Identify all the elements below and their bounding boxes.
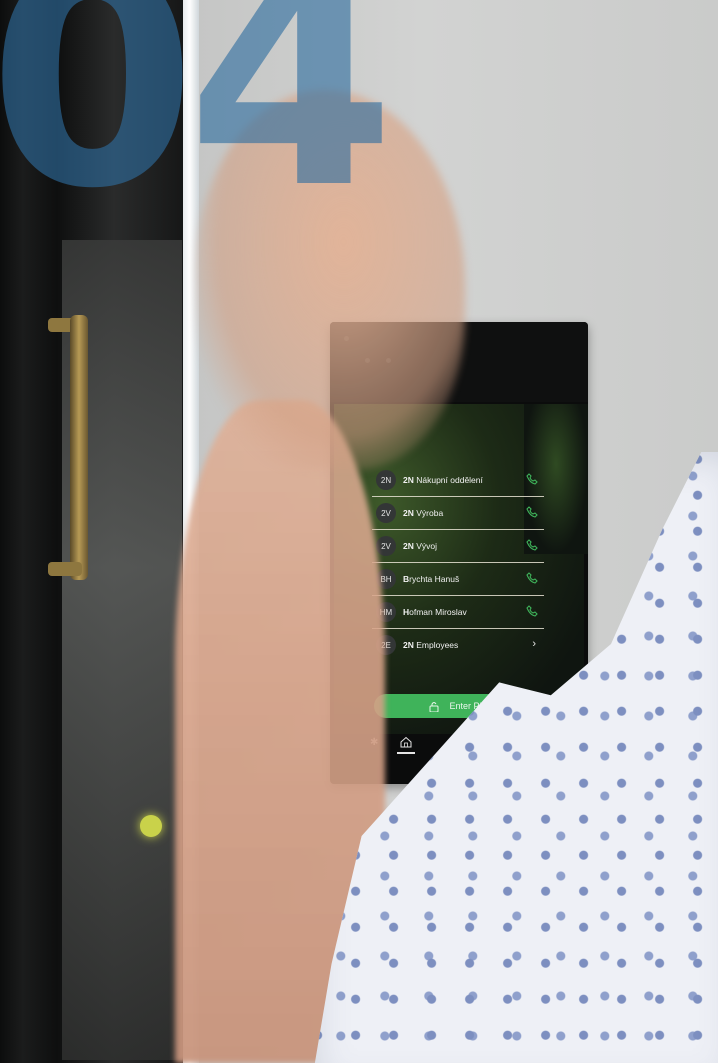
contact-name: Hofman Miroslav <box>403 607 467 617</box>
home-icon[interactable] <box>400 736 412 748</box>
contact-item[interactable]: BH Brychta Hanuš <box>372 563 544 596</box>
avatar: 2V <box>376 503 396 523</box>
contact-item[interactable]: 2N 2N Nákupní oddělení <box>372 464 544 497</box>
indicator-light <box>140 815 162 837</box>
chevron-right-icon[interactable]: › <box>532 638 536 650</box>
contact-name: Brychta Hanuš <box>403 574 460 584</box>
contact-name: 2N Vývoj <box>403 541 438 551</box>
phone-icon[interactable] <box>526 605 538 617</box>
contact-item[interactable]: HM Hofman Miroslav <box>372 596 544 629</box>
phone-icon[interactable] <box>526 473 538 485</box>
contact-name: 2N Výroba <box>403 508 444 518</box>
active-tab-indicator <box>397 752 415 754</box>
photo-scene: 2N 2N Nákupní oddělení 2V 2N Výroba 2V 2… <box>0 0 718 1063</box>
door-handle <box>70 315 88 580</box>
phone-icon[interactable] <box>526 539 538 551</box>
contact-name: 2N Employees <box>403 640 459 650</box>
contact-name: 2N Nákupní oddělení <box>403 475 483 485</box>
avatar: 2V <box>376 536 396 556</box>
contact-item[interactable]: 2V 2N Výroba <box>372 497 544 530</box>
avatar: 2N <box>376 470 396 490</box>
contact-group-item[interactable]: 2E 2N Employees › <box>372 629 544 661</box>
phone-icon[interactable] <box>526 572 538 584</box>
door-handle-mount-bottom <box>48 562 82 576</box>
contact-item[interactable]: 2V 2N Vývoj <box>372 530 544 563</box>
lock-icon <box>429 701 439 712</box>
phone-icon[interactable] <box>526 506 538 518</box>
contact-list: 2N 2N Nákupní oddělení 2V 2N Výroba 2V 2… <box>372 464 544 661</box>
section-number: 04 <box>0 0 395 254</box>
